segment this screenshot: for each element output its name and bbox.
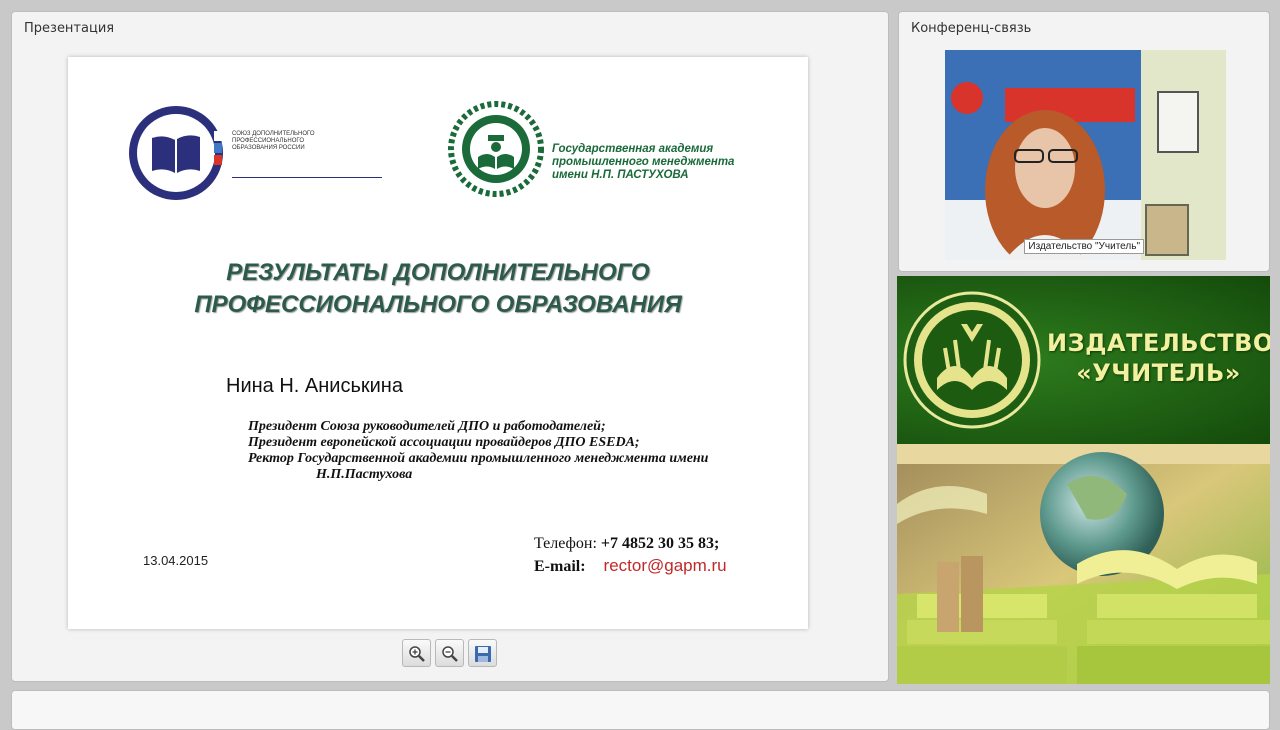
publisher-name: ИЗДАТЕЛЬСТВО «УЧИТЕЛЬ» bbox=[1047, 328, 1270, 388]
phone-line: Телефон: +7 4852 30 35 83; bbox=[534, 533, 727, 555]
dpo-union-logo: Союз дополнительного профессионального о… bbox=[128, 103, 382, 203]
dpo-union-emblem-icon bbox=[129, 106, 223, 200]
dpo-union-underline bbox=[232, 177, 382, 178]
position-item: Президент европейской ассоциации провайд… bbox=[248, 435, 640, 450]
zoom-in-button[interactable] bbox=[402, 639, 431, 667]
presentation-panel: Презентация Союз дополнительного професс… bbox=[11, 11, 889, 682]
video-frame bbox=[945, 50, 1226, 260]
email-value: rector@gapm.ru bbox=[603, 556, 727, 575]
author-positions: Президент Союза руководителей ДПО и рабо… bbox=[248, 419, 748, 483]
conference-panel-title: Конференц-связь bbox=[911, 21, 1032, 36]
slide-title-line1: РЕЗУЛЬТАТЫ ДОПОЛНИТЕЛЬНОГО bbox=[226, 259, 650, 286]
phone-label: Телефон: bbox=[534, 535, 597, 552]
zoom-out-icon bbox=[442, 646, 458, 662]
save-button[interactable] bbox=[468, 639, 497, 667]
email-line: E-mail: rector@gapm.ru bbox=[534, 555, 727, 578]
position-item: Президент Союза руководителей ДПО и рабо… bbox=[248, 419, 606, 434]
participant-name-label: Издательство "Учитель" bbox=[1024, 239, 1144, 254]
academy-logo: Государственная академия промышленного м… bbox=[448, 101, 748, 201]
email-label: E-mail: bbox=[534, 558, 586, 575]
publisher-name-line2: «УЧИТЕЛЬ» bbox=[1076, 359, 1241, 387]
slide-title-line2: ПРОФЕССИОНАЛЬНОГО ОБРАЗОВАНИЯ bbox=[194, 291, 682, 318]
bottom-panel bbox=[11, 690, 1270, 730]
banner-image bbox=[897, 444, 1270, 684]
presentation-panel-title: Презентация bbox=[24, 21, 115, 36]
phone-value: +7 4852 30 35 83; bbox=[600, 535, 720, 552]
banner-header: ИЗДАТЕЛЬСТВО «УЧИТЕЛЬ» bbox=[897, 276, 1270, 444]
slide-title: РЕЗУЛЬТАТЫ ДОПОЛНИТЕЛЬНОГО ПРОФЕССИОНАЛЬ… bbox=[128, 257, 748, 321]
conference-panel: Конференц-связь Издательство "Учитель" bbox=[898, 11, 1270, 272]
slide-author: Нина Н. Аниськина bbox=[226, 375, 403, 397]
presentation-slide: Союз дополнительного профессионального о… bbox=[68, 57, 808, 629]
publisher-banner: ИЗДАТЕЛЬСТВО «УЧИТЕЛЬ» bbox=[897, 276, 1270, 684]
participant-video[interactable]: Издательство "Учитель" bbox=[945, 50, 1226, 260]
zoom-in-icon bbox=[409, 646, 425, 662]
zoom-out-button[interactable] bbox=[435, 639, 464, 667]
publisher-name-line1: ИЗДАТЕЛЬСТВО bbox=[1047, 329, 1270, 357]
dpo-union-logo-text: Союз дополнительного профессионального о… bbox=[232, 131, 315, 151]
contact-block: Телефон: +7 4852 30 35 83; E-mail: recto… bbox=[534, 533, 727, 578]
publisher-emblem-icon bbox=[903, 291, 1041, 429]
save-icon bbox=[475, 646, 491, 662]
academy-logo-text: Государственная академия промышленного м… bbox=[552, 143, 735, 181]
slide-date: 13.04.2015 bbox=[143, 553, 209, 568]
position-item: Ректор Государственной академии промышле… bbox=[248, 451, 709, 482]
globe-books-illustration bbox=[897, 444, 1270, 684]
academy-emblem-icon bbox=[448, 101, 544, 197]
